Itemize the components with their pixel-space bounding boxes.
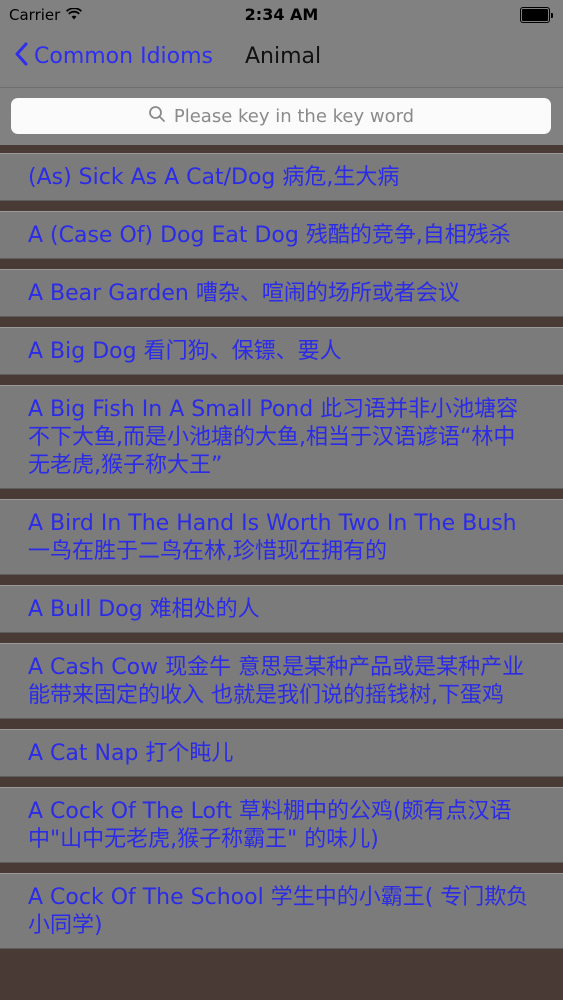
search-bar: Please key in the key word [0,88,563,145]
search-placeholder: Please key in the key word [173,105,415,127]
list-item[interactable]: A Cock Of The Loft 草料棚中的公鸡(颇有点汉语中"山中无老虎,… [0,787,563,863]
list-item[interactable]: (As) Sick As A Cat/Dog 病危,生大病 [0,153,563,201]
list-item[interactable]: A (Case Of) Dog Eat Dog 残酷的竞争,自相残杀 [0,211,563,259]
search-icon [148,105,166,128]
list-item[interactable]: A Bird In The Hand Is Worth Two In The B… [0,499,563,575]
back-label: Common Idioms [34,43,213,69]
list-item[interactable]: A Cat Nap 打个盹儿 [0,729,563,777]
battery-tip [551,12,553,18]
battery-outline [520,7,550,23]
list-item[interactable]: A Cash Cow 现金牛 意思是某种产品或是某种产业能带来固定的收入 也就是… [0,643,563,719]
idiom-list: (As) Sick As A Cat/Dog 病危,生大病 A (Case Of… [0,145,563,949]
battery-fill [522,9,548,21]
chevron-left-icon [14,42,28,70]
list-item[interactable]: A Big Fish In A Small Pond 此习语并非小池塘容不下大鱼… [0,385,563,489]
page-title: Animal [245,44,322,69]
list-item[interactable]: A Cock Of The School 学生中的小霸王( 专门欺负小同学) [0,873,563,949]
status-bar: Carrier 2:34 AM [0,0,563,30]
back-button[interactable]: Common Idioms [14,42,213,70]
status-time: 2:34 AM [244,5,319,24]
search-input[interactable]: Please key in the key word [11,98,551,134]
list-item[interactable]: A Bear Garden 嘈杂、喧闹的场所或者会议 [0,269,563,317]
navigation-bar: Common Idioms Animal [0,30,563,88]
list-item[interactable]: A Bull Dog 难相处的人 [0,585,563,633]
battery-icon [520,7,553,23]
list-item[interactable]: A Big Dog 看门狗、保镖、要人 [0,327,563,375]
